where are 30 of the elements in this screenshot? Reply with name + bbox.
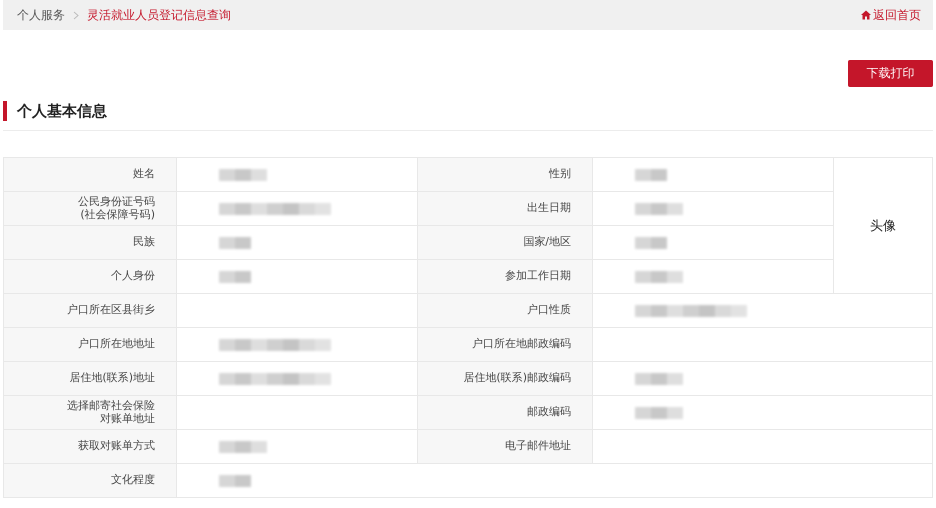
home-link[interactable]: 返回首页 (861, 6, 921, 24)
field-label: (社会保障号码) (80, 208, 155, 222)
field-label: 选择邮寄社会保险 (67, 400, 155, 412)
field-label: 参加工作日期 (505, 270, 571, 283)
field-label: 电子邮件地址 (505, 440, 571, 453)
field-label: 户口所在地邮政编码 (472, 338, 571, 351)
section-title: 个人基本信息 (17, 102, 107, 120)
field-label: 对账单地址 (100, 412, 155, 426)
chevron-icon (73, 10, 79, 20)
field-label: 国家/地区 (523, 236, 571, 249)
field-label: 户口性质 (527, 304, 571, 317)
field-label: 出生日期 (527, 202, 571, 215)
field-label: 性别 (549, 168, 571, 181)
field-label: 民族 (133, 236, 155, 249)
field-label: 获取对账单方式 (78, 440, 155, 453)
breadcrumb-link[interactable]: 灵活就业人员登记信息查询 (87, 6, 231, 24)
photo-cell: 头像 (834, 158, 932, 293)
breadcrumb-link[interactable]: 个人服务 (17, 6, 65, 24)
home-link-text: 返回首页 (873, 6, 921, 24)
field-label: 居住地(联系)地址 (69, 372, 155, 385)
field-label: 户口所在区县街乡 (67, 304, 155, 317)
field-label: 文化程度 (111, 474, 155, 487)
field-label: 公民身份证号码 (78, 196, 155, 208)
field-label: 个人身份 (111, 270, 155, 283)
home-icon (861, 10, 871, 20)
field-label: 户口所在地地址 (78, 338, 155, 351)
download-print-button[interactable]: 下载打印 (848, 60, 933, 87)
field-label: 邮政编码 (527, 406, 571, 419)
field-label: 居住地(联系)邮政编码 (463, 372, 571, 385)
field-label: 姓名 (133, 168, 155, 181)
